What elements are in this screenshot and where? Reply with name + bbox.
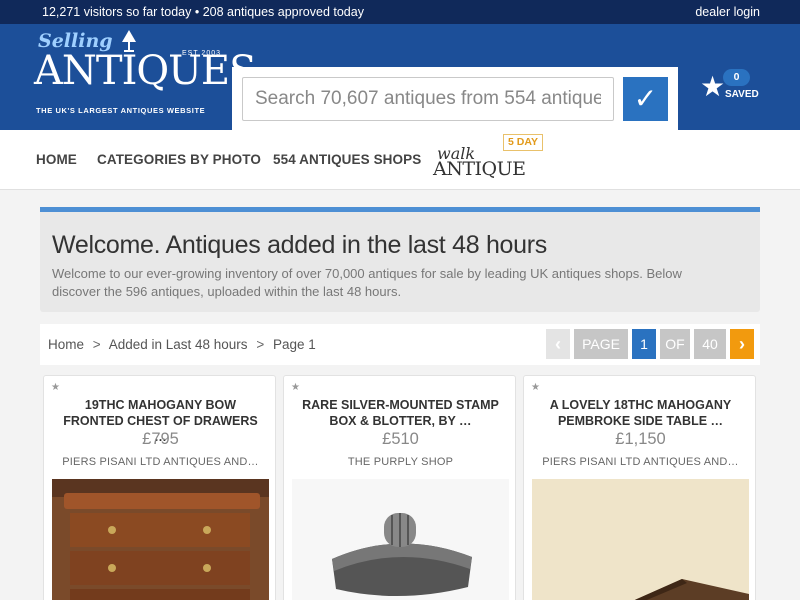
breadcrumb-row: Home > Added in Last 48 hours > Page 1 ‹… (40, 324, 760, 365)
breadcrumb: Home > Added in Last 48 hours > Page 1 (48, 337, 316, 352)
breadcrumb-page: Page 1 (272, 337, 316, 352)
product-image-chest-of-drawers[interactable] (52, 479, 269, 600)
dealer-name[interactable]: PIERS PISANI LTD ANTIQUES AND… (532, 456, 749, 468)
total-pages[interactable]: 40 (694, 329, 726, 359)
favorite-star-icon[interactable]: ★ (531, 382, 540, 393)
visitor-stats: 12,271 visitors so far today • 208 antiq… (42, 5, 364, 19)
logo-antiques-text: ANTIQUES (34, 48, 256, 94)
breadcrumb-separator: > (256, 337, 265, 352)
search-input[interactable] (242, 77, 614, 121)
dealer-name[interactable]: PIERS PISANI LTD ANTIQUES AND… (52, 456, 269, 468)
star-icon: ★ (700, 71, 726, 102)
product-price: £1,150 (615, 430, 666, 448)
product-image-stamp-box[interactable] (292, 479, 509, 600)
product-card[interactable]: ★ A LOVELY 18THC MAHOGANY PEMBROKE SIDE … (523, 375, 756, 600)
product-title[interactable]: RARE SILVER-MOUNTED STAMP BOX & BLOTTER,… (296, 397, 505, 429)
logo-tagline: THE UK'S LARGEST ANTIQUES WEBSITE (36, 106, 206, 115)
breadcrumb-separator: > (92, 337, 101, 352)
pagination: ‹ PAGE 1 OF 40 › (546, 329, 754, 359)
next-page-button[interactable]: › (730, 329, 754, 359)
nav-antiques-shops[interactable]: 554 ANTIQUES SHOPS (273, 152, 421, 167)
prev-page-button[interactable]: ‹ (546, 329, 570, 359)
site-logo[interactable]: Selling EST 2003 ANTIQUES THE UK'S LARGE… (34, 28, 256, 124)
favorite-star-icon[interactable]: ★ (51, 382, 60, 393)
product-price: £795 (142, 430, 179, 448)
product-card[interactable]: ★ RARE SILVER-MOUNTED STAMP BOX & BLOTTE… (283, 375, 516, 600)
nav-categories-by-photo[interactable]: CATEGORIES BY PHOTO (97, 152, 261, 167)
pager-of-label: OF (660, 329, 690, 359)
pager-page-label: PAGE (574, 329, 628, 359)
search-panel: ✓ (232, 67, 678, 130)
walk-antique-logo[interactable]: walk ANTIQUE 5 DAY (433, 134, 545, 186)
product-image-pembroke-table[interactable] (532, 479, 749, 600)
saved-count-badge: 0 (723, 69, 750, 86)
breadcrumb-home[interactable]: Home (48, 337, 84, 352)
top-stats-bar: 12,271 visitors so far today • 208 antiq… (0, 0, 800, 24)
product-title[interactable]: A LOVELY 18THC MAHOGANY PEMBROKE SIDE TA… (536, 397, 745, 429)
saved-items[interactable]: ★ 0 SAVED (700, 69, 770, 109)
search-button[interactable]: ✓ (623, 77, 668, 121)
product-card[interactable]: ★ 19THC MAHOGANY BOW FRONTED CHEST OF DR… (43, 375, 276, 600)
walk-logo-bottom: ANTIQUE (433, 158, 526, 180)
dealer-name[interactable]: THE PURPLY SHOP (292, 456, 509, 468)
welcome-text: Welcome to our ever-growing inventory of… (52, 266, 682, 299)
product-price: £510 (382, 430, 419, 448)
current-page[interactable]: 1 (632, 329, 656, 359)
welcome-panel: Welcome. Antiques added in the last 48 h… (40, 207, 760, 312)
page-title: Welcome. Antiques added in the last 48 h… (52, 231, 547, 259)
breadcrumb-section[interactable]: Added in Last 48 hours (109, 337, 248, 352)
five-day-badge: 5 DAY (503, 134, 543, 151)
main-nav: HOME CATEGORIES BY PHOTO 554 ANTIQUES SH… (0, 130, 800, 190)
saved-label: SAVED (725, 89, 759, 100)
dealer-login-link[interactable]: dealer login (695, 5, 760, 19)
favorite-star-icon[interactable]: ★ (291, 382, 300, 393)
nav-home[interactable]: HOME (36, 152, 77, 167)
